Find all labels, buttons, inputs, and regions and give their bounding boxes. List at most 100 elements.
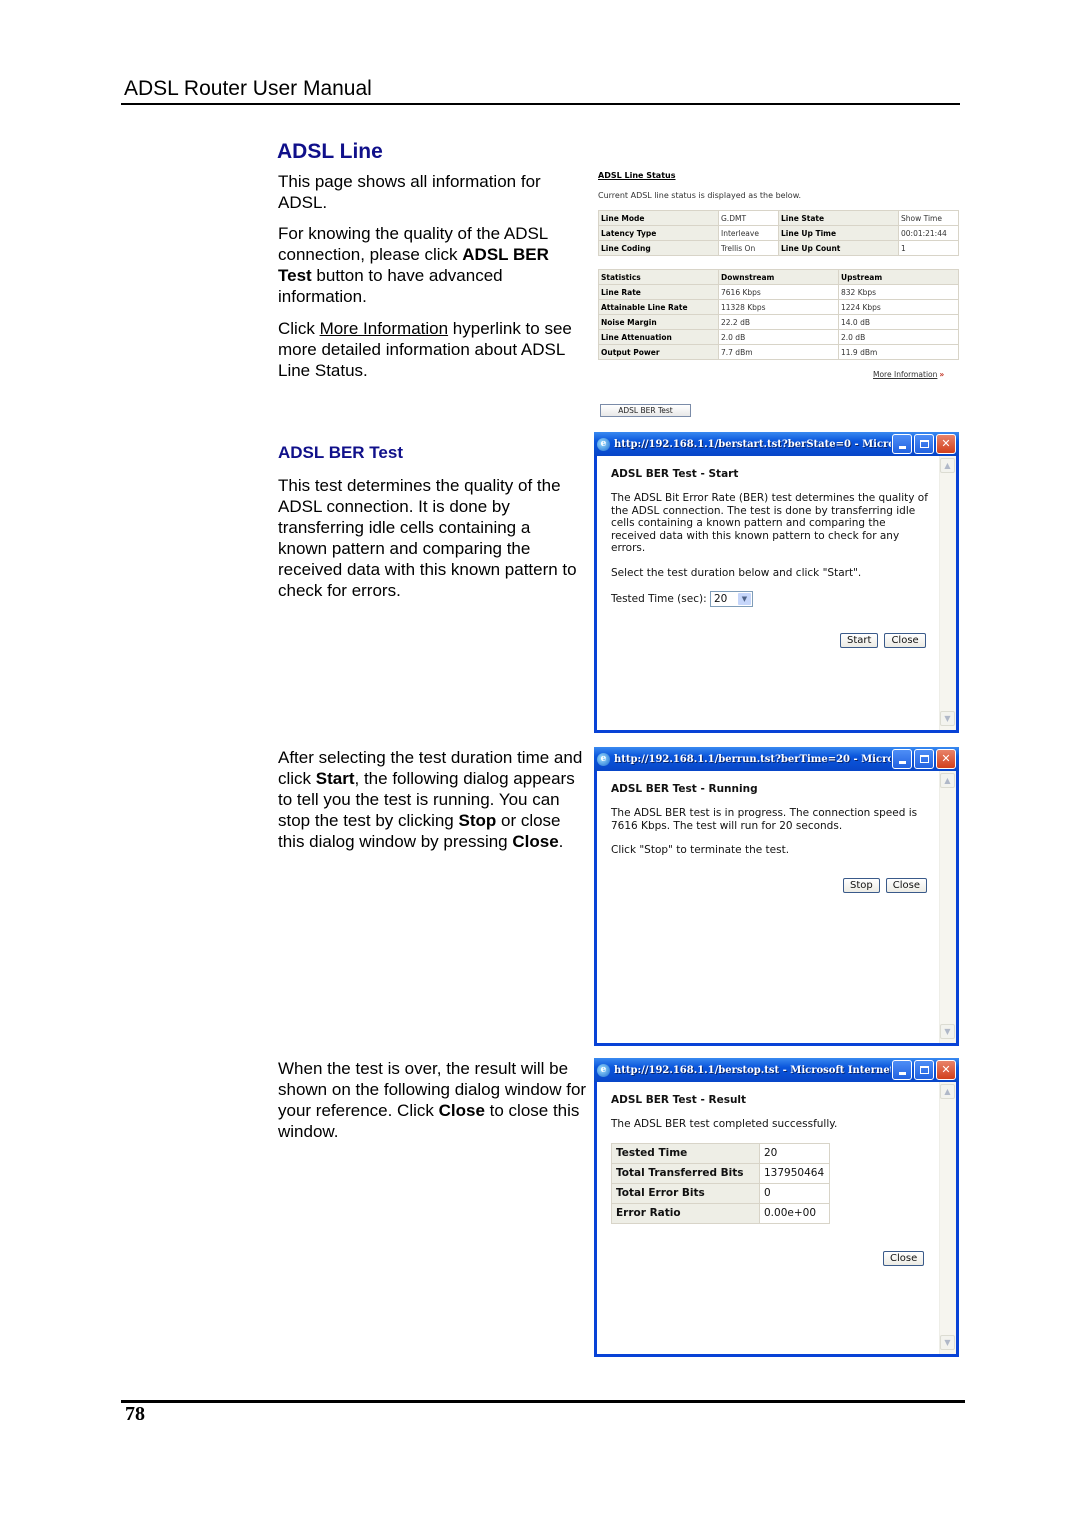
header-rule xyxy=(121,103,960,105)
status-label: Line State xyxy=(778,210,899,226)
result-label: Tested Time xyxy=(611,1142,760,1164)
ber-test-intro: This test determines the quality of the … xyxy=(278,476,577,600)
maximize-icon xyxy=(919,440,929,448)
vertical-scrollbar[interactable]: ▲ ▼ xyxy=(939,1082,956,1354)
tested-time-select[interactable]: 20 ▼ xyxy=(709,591,753,607)
result-value: 20 xyxy=(759,1142,830,1164)
scroll-down-icon[interactable]: ▼ xyxy=(940,1335,955,1350)
more-information-label[interactable]: More Information xyxy=(873,370,937,379)
window-content: ▲ ▼ ADSL BER Test - Start The ADSL Bit E… xyxy=(597,456,956,730)
footer-rule xyxy=(121,1400,965,1403)
minimize-button[interactable] xyxy=(892,434,912,454)
result-label: Total Transferred Bits xyxy=(611,1162,760,1184)
dialog-instruction: Click "Stop" to terminate the test. xyxy=(611,844,790,856)
internet-explorer-icon: e xyxy=(597,1063,610,1077)
minimize-button[interactable] xyxy=(892,1060,912,1080)
downstream-value: 2.0 dB xyxy=(718,329,839,345)
status-value: Interleave xyxy=(718,225,779,241)
result-row: Total Error Bits 0 xyxy=(611,1182,830,1204)
ber-result-table: Tested Time 20 Total Transferred Bits 13795… xyxy=(611,1142,830,1224)
window-titlebar[interactable]: e http://192.168.1.1/berstart.tst?berSta… xyxy=(594,432,959,456)
dialog-description: The ADSL BER test is in progress. The co… xyxy=(611,807,918,832)
stats-header-downstream: Downstream xyxy=(718,269,839,285)
bold-text: Close xyxy=(438,1101,485,1120)
statistics-row: Noise Margin 22.2 dB 14.0 dB xyxy=(598,314,959,330)
window-title: http://192.168.1.1/berrun.tst?berTime=20… xyxy=(614,753,891,765)
result-value: 0.00e+00 xyxy=(759,1202,830,1224)
tested-time-row: Tested Time (sec): 20 ▼ xyxy=(611,591,942,607)
status-label: Latency Type xyxy=(598,225,719,241)
result-row: Error Ratio 0.00e+00 xyxy=(611,1202,830,1224)
ber-running-window: e http://192.168.1.1/berrun.tst?berTime=… xyxy=(594,747,959,1046)
ber-start-window: e http://192.168.1.1/berstart.tst?berSta… xyxy=(594,432,959,733)
minimize-icon xyxy=(898,761,906,764)
dialog-heading: ADSL BER Test - Running xyxy=(611,783,758,795)
stats-header-upstream: Upstream xyxy=(838,269,959,285)
text: . xyxy=(558,832,564,851)
line-status-row: Latency Type Interleave Line Up Time 00:01:… xyxy=(598,225,959,241)
minimize-icon xyxy=(898,1072,906,1075)
maximize-icon xyxy=(919,1066,929,1074)
ber-running-explanation: After selecting the test duration time a… xyxy=(278,747,583,852)
statistic-label: Line Attenuation xyxy=(598,329,719,345)
bold-text: Close xyxy=(512,832,559,851)
statistics-row: Line Rate 7616 Kbps 832 Kbps xyxy=(598,284,959,300)
maximize-button[interactable] xyxy=(914,434,934,454)
internet-explorer-icon: e xyxy=(597,752,610,766)
minimize-icon xyxy=(898,446,906,449)
internet-explorer-icon: e xyxy=(597,437,610,451)
result-label: Error Ratio xyxy=(611,1202,760,1224)
window-titlebar[interactable]: e http://192.168.1.1/berstop.tst - Micro… xyxy=(594,1058,959,1082)
close-button[interactable]: Close xyxy=(883,1251,925,1266)
window-title: http://192.168.1.1/berstop.tst - Microso… xyxy=(614,1064,891,1076)
status-label: Line Up Count xyxy=(778,240,899,256)
dialog-heading: ADSL BER Test - Result xyxy=(611,1094,747,1106)
vertical-scrollbar[interactable]: ▲ ▼ xyxy=(939,456,956,730)
bold-text: Stop xyxy=(458,811,497,830)
bold-text: Start xyxy=(315,769,355,788)
more-information-reference: More Information xyxy=(319,319,449,338)
close-window-button[interactable]: ✕ xyxy=(936,434,956,454)
start-button[interactable]: Start xyxy=(840,633,879,648)
result-value: 0 xyxy=(759,1182,830,1204)
close-button[interactable]: Close xyxy=(884,633,926,648)
status-value: Trellis On xyxy=(718,240,779,256)
window-content: ▲ ▼ ADSL BER Test - Running The ADSL BER… xyxy=(597,771,956,1043)
close-window-button[interactable]: ✕ xyxy=(936,749,956,769)
maximize-button[interactable] xyxy=(914,749,934,769)
close-button[interactable]: Close xyxy=(885,878,927,893)
adsl-line-more-hint: Click More Information hyperlink to see … xyxy=(278,318,583,381)
upstream-value: 1224 Kbps xyxy=(838,299,959,315)
ber-result-window: e http://192.168.1.1/berstop.tst - Micro… xyxy=(594,1058,959,1357)
scroll-up-icon[interactable]: ▲ xyxy=(940,1084,955,1099)
scroll-down-icon[interactable]: ▼ xyxy=(940,1024,955,1039)
minimize-button[interactable] xyxy=(892,749,912,769)
line-status-row: Line Coding Trellis On Line Up Count 1 xyxy=(598,240,959,256)
dialog-instruction: Select the test duration below and click… xyxy=(611,566,862,579)
scroll-up-icon[interactable]: ▲ xyxy=(940,773,955,788)
intro-text: This page shows all information for ADSL… xyxy=(278,172,541,212)
window-title: http://192.168.1.1/berstart.tst?berState… xyxy=(614,438,891,450)
stats-header-label: Statistics xyxy=(598,269,719,285)
window-titlebar[interactable]: e http://192.168.1.1/berrun.tst?berTime=… xyxy=(594,747,959,771)
close-window-button[interactable]: ✕ xyxy=(936,1060,956,1080)
upstream-value: 14.0 dB xyxy=(838,314,959,330)
statistic-label: Output Power xyxy=(598,344,719,360)
scroll-up-icon[interactable]: ▲ xyxy=(940,458,955,473)
statistics-header-row: Statistics Downstream Upstream xyxy=(598,269,959,285)
maximize-button[interactable] xyxy=(914,1060,934,1080)
status-value: Show Time xyxy=(898,210,959,226)
page-number: 78 xyxy=(125,1403,145,1425)
line-status-title: ADSL Line Status xyxy=(598,171,676,180)
section-title-adsl-line: ADSL Line xyxy=(277,140,383,163)
stop-button[interactable]: Stop xyxy=(843,878,880,893)
more-information-link[interactable]: More Information» xyxy=(873,370,944,379)
scroll-down-icon[interactable]: ▼ xyxy=(940,711,955,726)
dialog-heading: ADSL BER Test - Start xyxy=(611,468,739,480)
adsl-ber-test-button[interactable]: ADSL BER Test xyxy=(600,404,691,417)
chevron-down-icon[interactable]: ▼ xyxy=(737,593,751,605)
window-content: ▲ ▼ ADSL BER Test - Result The ADSL BER … xyxy=(597,1082,956,1354)
vertical-scrollbar[interactable]: ▲ ▼ xyxy=(939,771,956,1043)
section-title-ber-test: ADSL BER Test xyxy=(278,443,404,462)
ber-result-explanation: When the test is over, the result will b… xyxy=(278,1058,593,1142)
